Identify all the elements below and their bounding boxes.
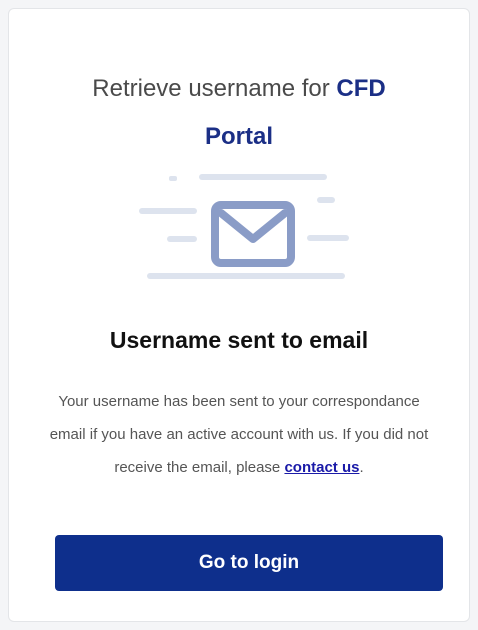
contact-us-link[interactable]: contact us (284, 459, 359, 476)
confirmation-title: Username sent to email (109, 327, 369, 353)
message-period: . (359, 459, 364, 476)
retrieve-username-card: Retrieve username for CFD Portal Usernam… (8, 8, 470, 622)
brand-name-part1: CFD (336, 75, 386, 102)
email-sent-illustration (137, 173, 352, 288)
confirmation-message: Your username has been sent to your corr… (49, 385, 429, 484)
heading-prefix: Retrieve username for (92, 75, 330, 102)
message-text: Your username has been sent to your corr… (49, 393, 429, 476)
brand-name-part2: Portal (204, 123, 273, 150)
go-to-login-button[interactable]: Go to login (55, 535, 443, 591)
page-heading: Retrieve username for CFD Portal (9, 65, 469, 161)
envelope-icon (139, 174, 349, 279)
